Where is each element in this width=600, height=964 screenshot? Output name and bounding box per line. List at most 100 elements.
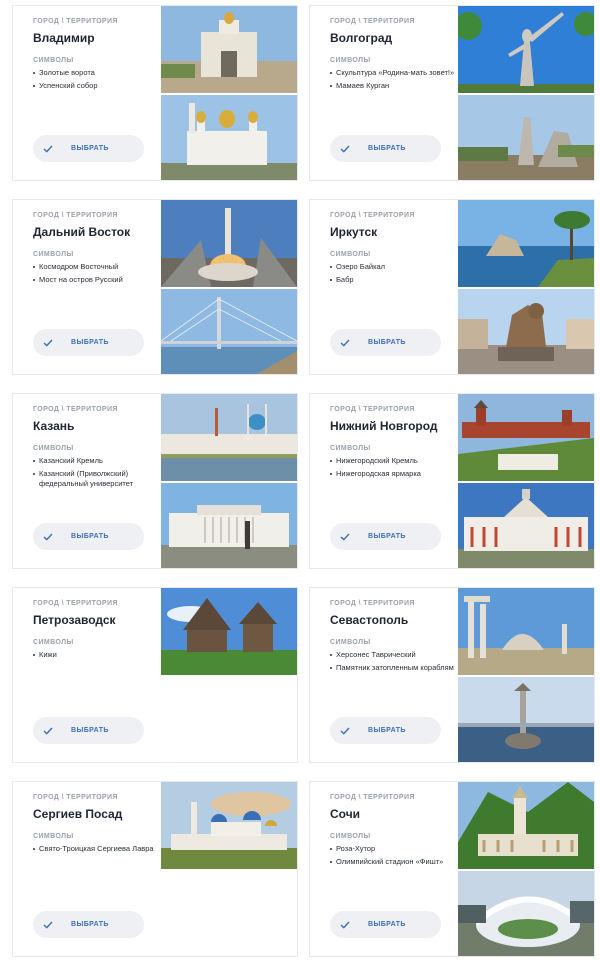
select-button[interactable]: ВЫБРАТЬ — [33, 329, 144, 356]
category-label: ГОРОД \ ТЕРРИТОРИЯ — [33, 794, 118, 801]
select-button-label: ВЫБРАТЬ — [71, 727, 109, 734]
photo-golden-gate — [161, 6, 297, 93]
select-button[interactable]: ВЫБРАТЬ — [330, 329, 441, 356]
card-info: ГОРОД \ ТЕРРИТОРИЯ Сочи СИМВОЛЫ Роза-Хут… — [330, 793, 456, 867]
category-label: ГОРОД \ ТЕРРИТОРИЯ — [330, 18, 415, 25]
city-card-sochi: ГОРОД \ ТЕРРИТОРИЯ Сочи СИМВОЛЫ Роза-Хут… — [309, 781, 595, 957]
card-info: ГОРОД \ ТЕРРИТОРИЯ Дальний Восток СИМВОЛ… — [33, 211, 159, 285]
photo-fisht-stadium — [458, 871, 594, 956]
symbol-item: Успенский собор — [33, 81, 159, 91]
check-icon — [330, 533, 360, 541]
check-icon — [33, 145, 63, 153]
symbol-item: Озеро Байкал — [330, 262, 456, 272]
symbols-label: СИМВОЛЫ — [330, 445, 371, 452]
check-icon — [33, 727, 63, 735]
card-info: ГОРОД \ ТЕРРИТОРИЯ Севастополь СИМВОЛЫ Х… — [330, 599, 456, 673]
photo-nizhny-kremlin — [458, 394, 594, 481]
card-info: ГОРОД \ ТЕРРИТОРИЯ Нижний Новгород СИМВО… — [330, 405, 456, 479]
city-name: Сергиев Посад — [33, 807, 123, 821]
check-icon — [330, 727, 360, 735]
symbol-item: Нижегородский Кремль — [330, 456, 456, 466]
select-button[interactable]: ВЫБРАТЬ — [33, 717, 144, 744]
symbols-label: СИМВОЛЫ — [33, 57, 74, 64]
photo-column — [458, 782, 594, 956]
category-label: ГОРОД \ ТЕРРИТОРИЯ — [33, 406, 118, 413]
card-info: ГОРОД \ ТЕРРИТОРИЯ Владимир СИМВОЛЫ Золо… — [33, 17, 159, 91]
category-label: ГОРОД \ ТЕРРИТОРИЯ — [330, 600, 415, 607]
symbols-label: СИМВОЛЫ — [33, 833, 74, 840]
select-button[interactable]: ВЫБРАТЬ — [330, 135, 441, 162]
check-icon — [33, 533, 63, 541]
city-card-kazan: ГОРОД \ ТЕРРИТОРИЯ Казань СИМВОЛЫ Казанс… — [12, 393, 298, 569]
select-button-label: ВЫБРАТЬ — [368, 339, 406, 346]
select-button[interactable]: ВЫБРАТЬ — [330, 523, 441, 550]
symbol-item: Казанский Кремль — [33, 456, 159, 466]
photo-vostochny-launch — [161, 200, 297, 287]
symbol-item: Мост на остров Русский — [33, 275, 159, 285]
photo-column — [161, 6, 297, 180]
symbol-item: Олимпийский стадион «Фишт» — [330, 857, 456, 867]
symbol-item: Памятник затопленным кораблям — [330, 663, 456, 673]
select-button[interactable]: ВЫБРАТЬ — [33, 523, 144, 550]
category-label: ГОРОД \ ТЕРРИТОРИЯ — [33, 18, 118, 25]
category-label: ГОРОД \ ТЕРРИТОРИЯ — [330, 406, 415, 413]
check-icon — [33, 339, 63, 347]
select-button[interactable]: ВЫБРАТЬ — [330, 911, 441, 938]
photo-sunken-ships-monument — [458, 677, 594, 762]
symbols-label: СИМВОЛЫ — [33, 445, 74, 452]
check-icon — [330, 145, 360, 153]
symbols-list: Космодром Восточный Мост на остров Русск… — [33, 262, 159, 285]
photo-column — [458, 588, 594, 762]
city-name: Нижний Новгород — [330, 419, 438, 433]
symbols-list: Роза-Хутор Олимпийский стадион «Фишт» — [330, 844, 456, 867]
category-label: ГОРОД \ ТЕРРИТОРИЯ — [33, 600, 118, 607]
symbols-label: СИМВОЛЫ — [330, 639, 371, 646]
select-button[interactable]: ВЫБРАТЬ — [33, 911, 144, 938]
photo-trinity-lavra — [161, 782, 297, 869]
photo-kazan-kremlin — [161, 394, 297, 481]
photo-chersonesus — [458, 588, 594, 675]
city-name: Петрозаводск — [33, 613, 116, 627]
symbol-item: Роза-Хутор — [330, 844, 456, 854]
photo-assumption-cathedral — [161, 95, 297, 180]
card-info: ГОРОД \ ТЕРРИТОРИЯ Казань СИМВОЛЫ Казанс… — [33, 405, 159, 489]
city-card-sergiev-posad: ГОРОД \ ТЕРРИТОРИЯ Сергиев Посад СИМВОЛЫ… — [12, 781, 298, 957]
symbol-item: Бабр — [330, 275, 456, 285]
select-button-label: ВЫБРАТЬ — [71, 145, 109, 152]
check-icon — [33, 921, 63, 929]
select-button[interactable]: ВЫБРАТЬ — [330, 717, 441, 744]
city-name: Волгоград — [330, 31, 393, 45]
symbol-item: Мамаев Курган — [330, 81, 456, 91]
symbols-list: Свято-Троицкая Сергиева Лавра — [33, 844, 159, 854]
check-icon — [330, 339, 360, 347]
symbols-list: Озеро Байкал Бабр — [330, 262, 456, 285]
city-name: Иркутск — [330, 225, 378, 239]
symbol-item: Свято-Троицкая Сергиева Лавра — [33, 844, 159, 854]
select-button[interactable]: ВЫБРАТЬ — [33, 135, 144, 162]
photo-kazan-university — [161, 483, 297, 568]
photo-column — [458, 200, 594, 374]
symbol-item: Космодром Восточный — [33, 262, 159, 272]
photo-babr-monument — [458, 289, 594, 374]
city-card-sevastopol: ГОРОД \ ТЕРРИТОРИЯ Севастополь СИМВОЛЫ Х… — [309, 587, 595, 763]
card-info: ГОРОД \ ТЕРРИТОРИЯ Сергиев Посад СИМВОЛЫ… — [33, 793, 159, 854]
symbols-label: СИМВОЛЫ — [33, 251, 74, 258]
symbol-item: Скульптура «Родина-мать зовет!» — [330, 68, 456, 78]
select-button-label: ВЫБРАТЬ — [71, 921, 109, 928]
category-label: ГОРОД \ ТЕРРИТОРИЯ — [33, 212, 118, 219]
city-card-vladimir: ГОРОД \ ТЕРРИТОРИЯ Владимир СИМВОЛЫ Золо… — [12, 5, 298, 181]
select-button-label: ВЫБРАТЬ — [368, 533, 406, 540]
symbols-list: Херсонес Таврический Памятник затопленны… — [330, 650, 456, 673]
city-card-far-east: ГОРОД \ ТЕРРИТОРИЯ Дальний Восток СИМВОЛ… — [12, 199, 298, 375]
category-label: ГОРОД \ ТЕРРИТОРИЯ — [330, 212, 415, 219]
symbols-list: Кижи — [33, 650, 159, 660]
city-name: Сочи — [330, 807, 361, 821]
category-label: ГОРОД \ ТЕРРИТОРИЯ — [330, 794, 415, 801]
photo-motherland-statue — [458, 6, 594, 93]
city-card-nizhny-novgorod: ГОРОД \ ТЕРРИТОРИЯ Нижний Новгород СИМВО… — [309, 393, 595, 569]
symbols-list: Скульптура «Родина-мать зовет!» Мамаев К… — [330, 68, 456, 91]
photo-russky-bridge — [161, 289, 297, 374]
photo-column — [161, 782, 297, 956]
photo-lake-baikal — [458, 200, 594, 287]
city-card-volgograd: ГОРОД \ ТЕРРИТОРИЯ Волгоград СИМВОЛЫ Ску… — [309, 5, 595, 181]
